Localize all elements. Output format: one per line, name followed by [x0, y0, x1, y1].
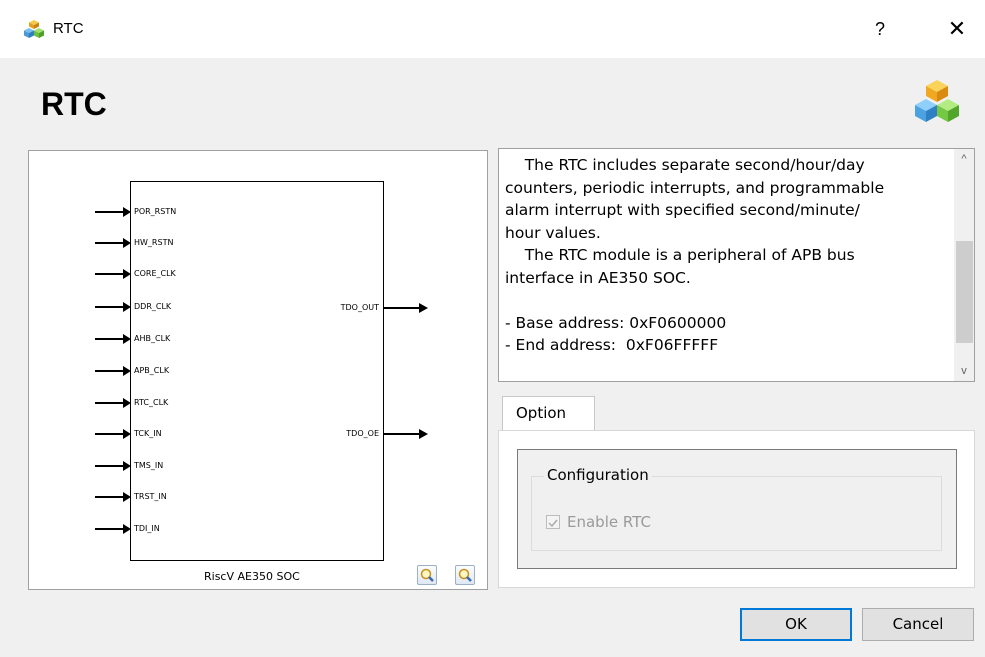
- checkmark-icon: [548, 519, 558, 528]
- pin-label: CORE_CLK: [134, 269, 176, 278]
- pin-label: TCK_IN: [134, 429, 162, 438]
- pin-label: DDR_CLK: [134, 302, 172, 311]
- pin-label: AHB_CLK: [134, 334, 171, 343]
- arrow-right-icon: [95, 269, 131, 279]
- input-pin: APB_CLK: [95, 365, 295, 377]
- checkbox-label: Enable RTC: [567, 513, 651, 531]
- arrow-right-icon: [95, 398, 131, 408]
- input-pin: POR_RSTN: [95, 206, 295, 218]
- scroll-down-icon[interactable]: v: [954, 361, 974, 381]
- pin-label: TDO_OE: [346, 429, 379, 438]
- input-pin: HW_RSTN: [95, 237, 295, 249]
- zoom-out-button[interactable]: [455, 565, 475, 585]
- block-diagram-panel: POR_RSTN HW_RSTN CORE_CLK DDR_CLK AHB_CL…: [28, 150, 488, 590]
- options-frame: Configuration Enable RTC: [517, 449, 957, 569]
- checkbox-box[interactable]: [546, 515, 560, 529]
- help-button[interactable]: ?: [868, 16, 892, 42]
- pin-label: TDO_OUT: [340, 303, 379, 312]
- arrow-right-icon: [95, 492, 131, 502]
- page-title: RTC: [41, 86, 107, 122]
- zoom-out-icon: [458, 568, 472, 582]
- zoom-in-button[interactable]: [417, 565, 437, 585]
- cubes-icon: [915, 80, 959, 122]
- description-text: The RTC includes separate second/hour/da…: [505, 156, 885, 354]
- pin-label: HW_RSTN: [134, 238, 174, 247]
- arrow-right-icon: [95, 238, 131, 248]
- arrow-right-icon: [95, 524, 131, 534]
- description-textbox[interactable]: The RTC includes separate second/hour/da…: [498, 148, 975, 382]
- window-title: RTC: [53, 20, 84, 37]
- configuration-groupbox: Configuration Enable RTC: [531, 464, 942, 551]
- cubes-icon: [24, 20, 44, 38]
- close-button[interactable]: ✕: [944, 16, 970, 42]
- input-pin: CORE_CLK: [95, 268, 295, 280]
- scroll-thumb[interactable]: [956, 241, 973, 343]
- tab-option[interactable]: Option: [502, 396, 595, 431]
- arrow-right-icon: [383, 429, 428, 439]
- output-pin: TDO_OUT: [229, 302, 429, 314]
- pin-label: APB_CLK: [134, 366, 170, 375]
- cancel-button[interactable]: Cancel: [862, 608, 974, 641]
- arrow-right-icon: [95, 429, 131, 439]
- arrow-right-icon: [383, 303, 428, 313]
- ok-button[interactable]: OK: [740, 608, 852, 641]
- option-tab-pane: Configuration Enable RTC: [498, 430, 975, 588]
- pin-label: RTC_CLK: [134, 398, 169, 407]
- vertical-scrollbar[interactable]: ^ v: [954, 149, 974, 381]
- arrow-right-icon: [95, 207, 131, 217]
- arrow-right-icon: [95, 334, 131, 344]
- input-pin: TDI_IN: [95, 523, 295, 535]
- title-bar: RTC ? ✕: [0, 0, 985, 58]
- input-pin: TMS_IN: [95, 460, 295, 472]
- pin-label: TRST_IN: [134, 492, 167, 501]
- pin-label: TDI_IN: [134, 524, 160, 533]
- arrow-right-icon: [95, 302, 131, 312]
- groupbox-title: Configuration: [544, 464, 652, 486]
- arrow-right-icon: [95, 366, 131, 376]
- pin-label: TMS_IN: [134, 461, 164, 470]
- pin-label: POR_RSTN: [134, 207, 177, 216]
- arrow-right-icon: [95, 461, 131, 471]
- chip-name: RiscV AE350 SOC: [204, 570, 300, 583]
- output-pin: TDO_OE: [229, 428, 429, 440]
- input-pin: RTC_CLK: [95, 397, 295, 409]
- scroll-up-icon[interactable]: ^: [954, 149, 974, 169]
- input-pin: AHB_CLK: [95, 333, 295, 345]
- zoom-in-icon: [420, 568, 434, 582]
- dialog-header: RTC: [0, 58, 985, 138]
- input-pin: TRST_IN: [95, 491, 295, 503]
